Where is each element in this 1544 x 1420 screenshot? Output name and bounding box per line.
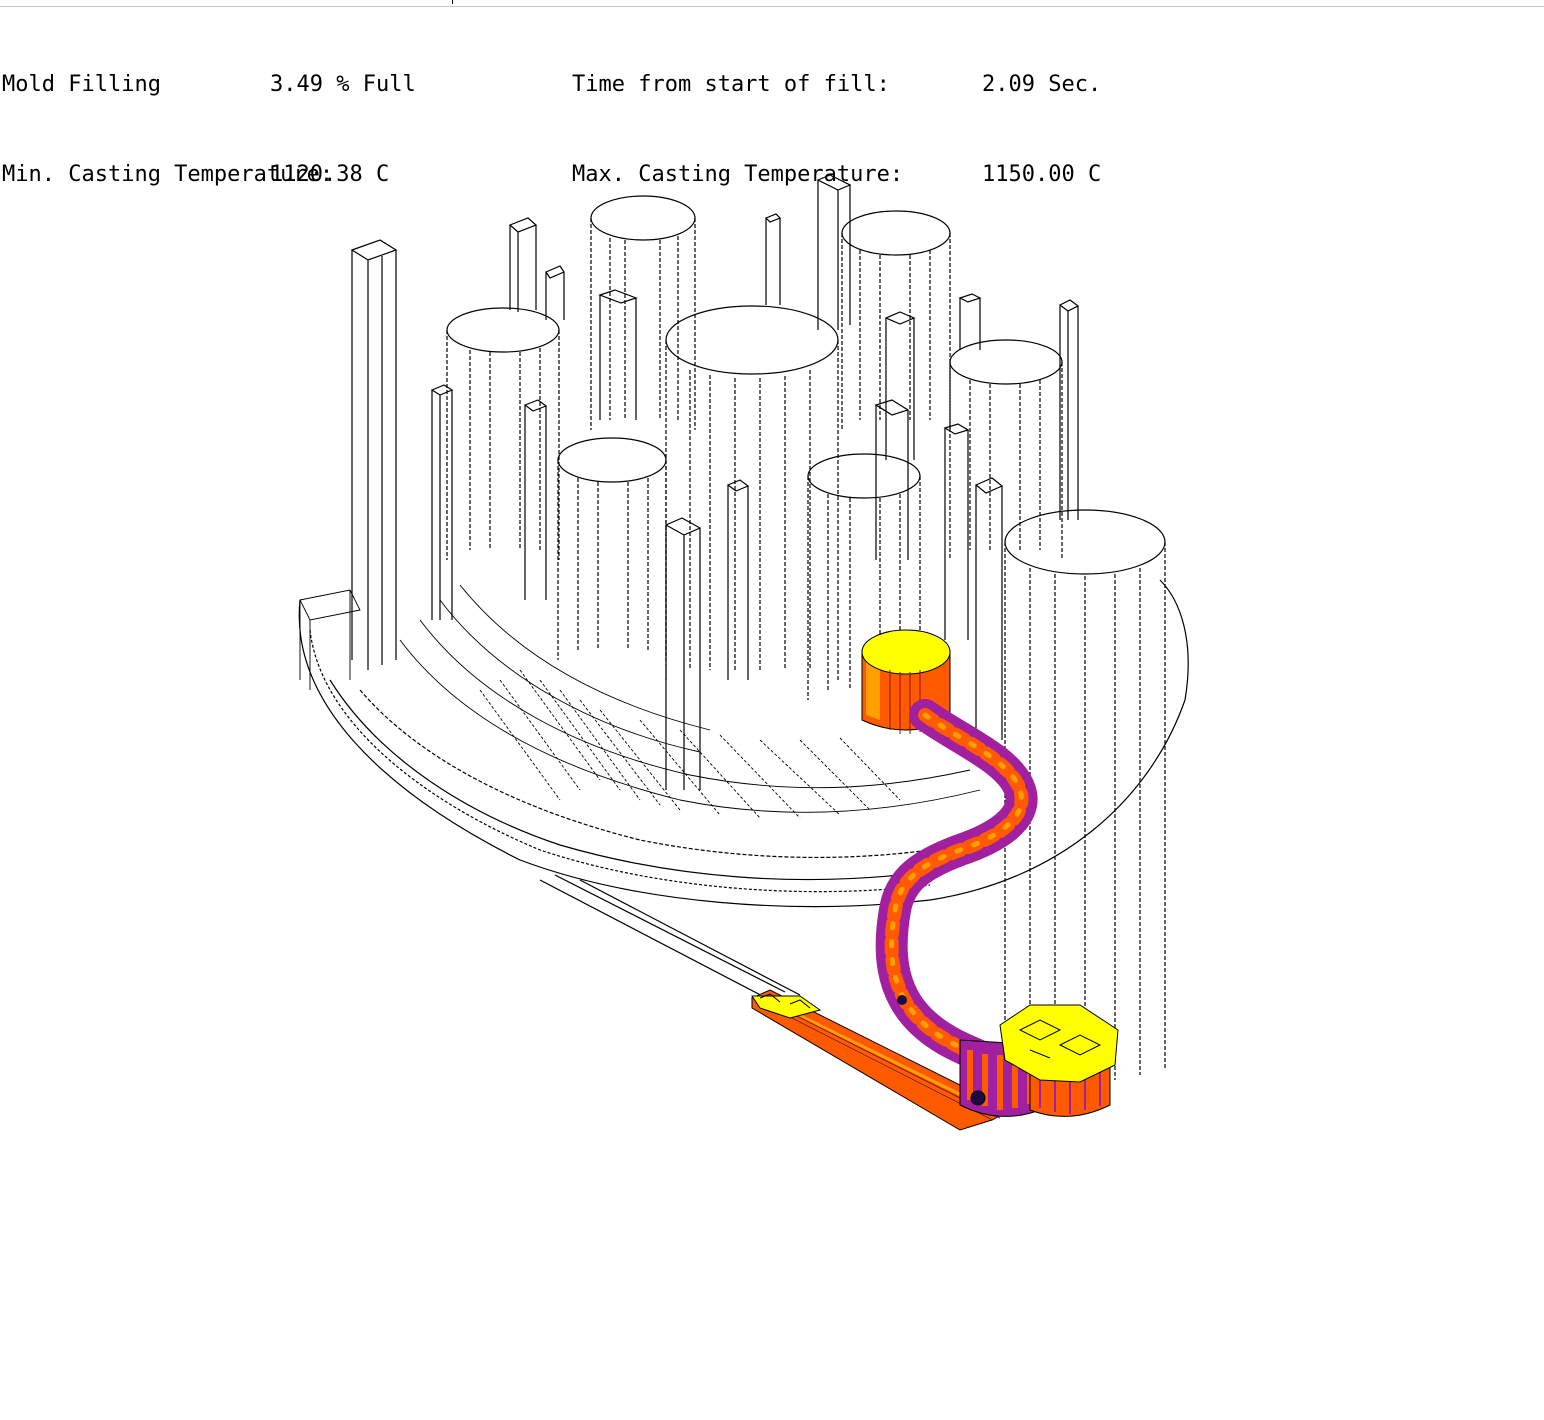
divider-rule [0,6,1544,7]
divider-tick [452,0,453,4]
feed-tube [875,699,1038,1076]
top-divider [0,0,1544,8]
riser-cylinders [446,195,1166,1090]
bottom-well [959,1004,1119,1117]
casting-3d-viewport[interactable] [0,90,1544,1420]
mold-filling-render [298,174,1189,1131]
thin-pillars [350,174,1080,790]
runner-bar [539,874,801,1001]
